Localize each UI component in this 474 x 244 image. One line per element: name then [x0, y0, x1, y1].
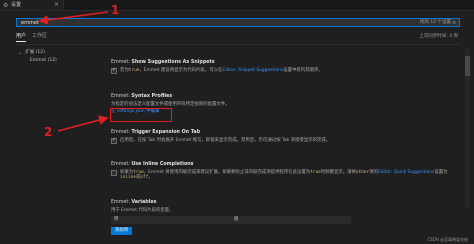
- tab-title: 设置: [11, 1, 22, 8]
- variables-table-header: 项 值: [111, 216, 351, 225]
- setting-title: Emmet: Show Suggestions As Snippets: [111, 60, 215, 65]
- setting-description: 为指定的语法定义配置文件或使用带有特定规则的配置文件。: [111, 101, 230, 107]
- inline-completions-checkbox[interactable]: [111, 169, 117, 176]
- add-item-button[interactable]: 添加项: [111, 227, 133, 235]
- trigger-tab-checkbox[interactable]: [111, 137, 117, 144]
- editor-tab-bar: ⚙ 设置 ×: [0, 0, 474, 11]
- search-input[interactable]: [21, 20, 181, 26]
- annotation-highlight-box: [110, 108, 172, 122]
- setting-show-suggestions-as-snippets: Emmet: Show Suggestions As Snippets 若为tr…: [111, 60, 451, 74]
- toc-item-label: Emmet (12): [30, 58, 57, 64]
- chevron-down-icon: ⌄: [18, 49, 23, 56]
- scope-tabs: 用户 工作区: [16, 33, 47, 42]
- setting-description: 用于 Emmet 代码片段的变量。: [111, 207, 174, 213]
- setting-title: Emmet: Syntax Profiles: [111, 94, 173, 99]
- close-icon[interactable]: ×: [54, 1, 59, 9]
- sync-status[interactable]: 上次同步时间: 4 周: [419, 34, 458, 40]
- search-result-count: 找到 12 个设置: [419, 20, 451, 25]
- setting-title: Emmet: Variables: [111, 200, 157, 205]
- show-snippets-checkbox[interactable]: [111, 67, 117, 74]
- quick-suggestions-link[interactable]: Editor: Quick Suggestions: [378, 170, 434, 175]
- setting-description: 如果为true，Emmet 将使用内联完成来建议扩展。如果要防止非内联完成项提供…: [111, 169, 451, 181]
- column-key: 项: [114, 217, 119, 223]
- watermark: CSDN @蓝莓酱爱吃橙: [427, 237, 468, 242]
- column-value: 值: [234, 217, 239, 223]
- annotation-label-1: 1: [111, 3, 120, 17]
- setting-title: Emmet: Trigger Expansion On Tab: [111, 130, 201, 135]
- divider: [16, 44, 460, 45]
- scrollbar-thumb[interactable]: [465, 56, 470, 76]
- annotation-label-2: 2: [44, 125, 53, 139]
- setting-description: 若为true，Emmet 建议将显示为代码片段。可以在Editor: Snipp…: [111, 67, 451, 74]
- setting-use-inline-completions: Emmet: Use Inline Completions 如果为true，Em…: [111, 162, 451, 181]
- settings-search-box[interactable]: 找到 12 个设置 ≡: [16, 18, 460, 27]
- tab-user[interactable]: 用户: [16, 33, 27, 42]
- settings-list: Emmet: Show Suggestions As Snippets 若为tr…: [111, 48, 455, 244]
- tab-workspace[interactable]: 工作区: [32, 33, 47, 42]
- setting-variables: Emmet: Variables 用于 Emmet 代码片段的变量。 项 值 添…: [111, 200, 451, 235]
- settings-toc: ⌄ 扩展 (12) Emmet (12): [18, 49, 88, 65]
- gear-icon: ⚙: [3, 1, 9, 9]
- filter-icon[interactable]: ≡: [452, 20, 457, 26]
- scrollbar[interactable]: [465, 48, 470, 208]
- annotation-arrow-2: [57, 115, 109, 132]
- snippet-suggestions-link[interactable]: Editor: Snippet Suggestions: [222, 68, 283, 73]
- setting-description: 启用后，在按 Tab 时会展开 Emmet 缩写，即使未显示完成。禁用后，仍可通…: [111, 137, 451, 144]
- toc-item-emmet[interactable]: Emmet (12): [18, 57, 88, 65]
- toc-item-extensions[interactable]: ⌄ 扩展 (12): [18, 49, 88, 57]
- settings-tab[interactable]: ⚙ 设置 ×: [0, 0, 64, 10]
- setting-title: Emmet: Use Inline Completions: [111, 162, 194, 167]
- setting-trigger-expansion-on-tab: Emmet: Trigger Expansion On Tab 启用后，在按 T…: [111, 130, 451, 144]
- toc-item-label: 扩展 (12): [25, 50, 45, 56]
